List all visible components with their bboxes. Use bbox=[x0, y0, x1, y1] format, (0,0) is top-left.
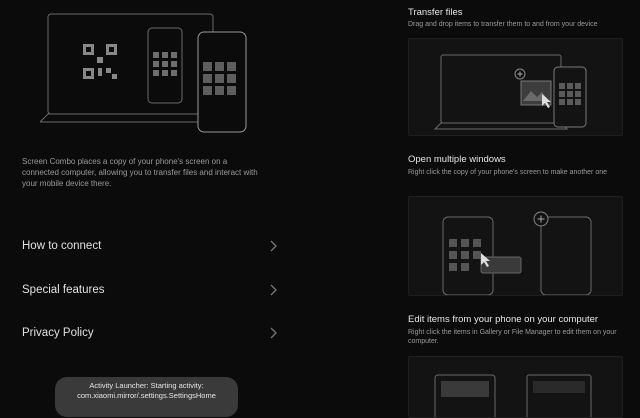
section-desc-transfer-files: Drag and drop items to transfer them to … bbox=[408, 21, 598, 28]
section-title-transfer-files: Transfer files bbox=[408, 7, 463, 18]
edit-items-illustration bbox=[434, 374, 592, 417]
toast-line-1: Activity Launcher: Starting activity: bbox=[89, 381, 204, 390]
section-desc-multiple-windows: Right click the copy of your phone's scr… bbox=[408, 169, 608, 176]
section-title-edit-items: Edit items from your phone on your compu… bbox=[408, 314, 599, 325]
transfer-files-illustration bbox=[433, 54, 587, 130]
menu-item-label: Special features bbox=[22, 284, 105, 296]
menu-item-privacy-policy[interactable]: Privacy Policy bbox=[22, 322, 278, 344]
chevron-right-icon bbox=[270, 240, 277, 252]
activity-launcher-toast: Activity Launcher: Starting activity: co… bbox=[55, 377, 238, 417]
chevron-right-icon bbox=[270, 327, 277, 339]
left-panel: Screen Combo places a copy of your phone… bbox=[0, 0, 300, 417]
menu-item-special-features[interactable]: Special features bbox=[22, 279, 278, 301]
section-desc-edit-items: Right click the items in Gallery or File… bbox=[408, 329, 617, 345]
qr-code-icon bbox=[83, 44, 117, 79]
menu-item-label: How to connect bbox=[22, 240, 102, 252]
section-title-multiple-windows: Open multiple windows bbox=[408, 154, 506, 165]
right-panel: Transfer files Drag and drop items to tr… bbox=[400, 0, 640, 418]
chevron-right-icon bbox=[270, 284, 277, 296]
multiple-windows-illustration bbox=[442, 211, 592, 295]
screen-combo-illustration bbox=[40, 13, 247, 133]
multiple-windows-card bbox=[408, 196, 623, 296]
transfer-files-card bbox=[408, 38, 623, 136]
intro-description: Screen Combo places a copy of your phone… bbox=[22, 157, 258, 188]
edit-items-card bbox=[408, 356, 623, 418]
menu-item-how-to-connect[interactable]: How to connect bbox=[22, 235, 278, 257]
menu-item-label: Privacy Policy bbox=[22, 327, 94, 339]
